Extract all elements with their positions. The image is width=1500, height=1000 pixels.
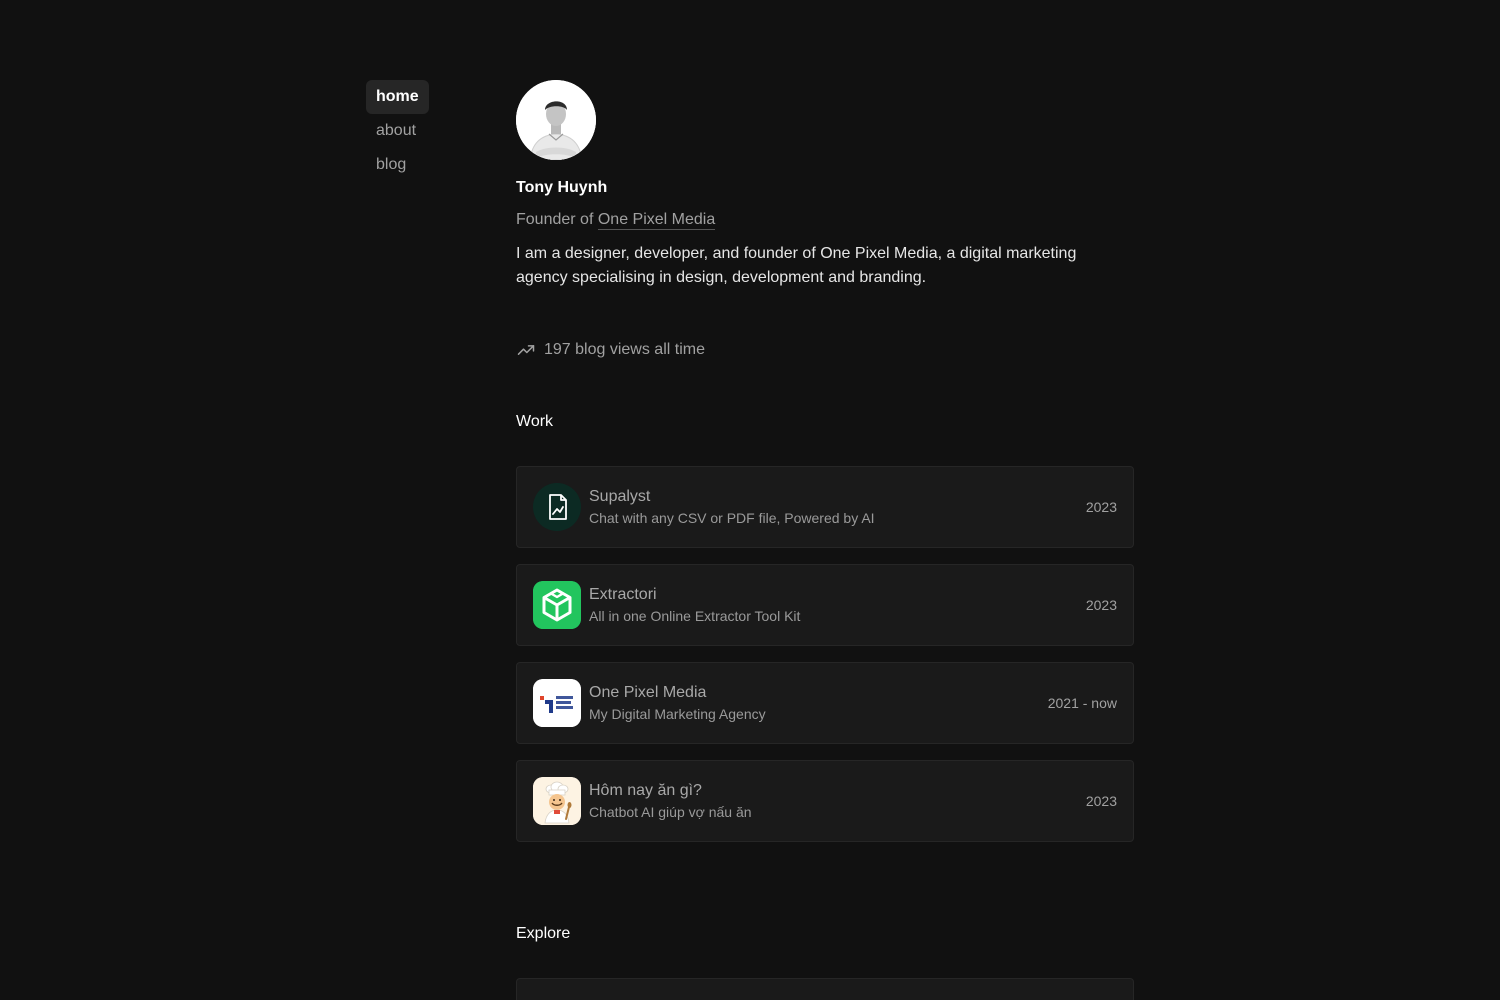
nav-item-about[interactable]: about xyxy=(366,114,426,148)
file-chart-icon xyxy=(533,483,581,531)
work-item-subtitle: All in one Online Extractor Tool Kit xyxy=(589,608,801,624)
one-pixel-media-logo-icon xyxy=(533,679,581,727)
work-item-hom-nay-an-gi[interactable]: Hôm nay ăn gì? Chatbot AI giúp vợ nấu ăn… xyxy=(516,760,1134,842)
chef-icon xyxy=(533,777,581,825)
page: home about blog Tony Huynh Founder of On… xyxy=(0,0,1500,1000)
nav-item-blog[interactable]: blog xyxy=(366,148,416,182)
work-item-title: Extractori xyxy=(589,586,657,603)
role-prefix: Founder of xyxy=(516,211,594,228)
work-item-supalyst[interactable]: Supalyst Chat with any CSV or PDF file, … xyxy=(516,466,1134,548)
work-item-title: One Pixel Media xyxy=(589,684,707,701)
blog-views-stat: 197 blog views all time xyxy=(516,338,1134,362)
cube-icon xyxy=(533,581,581,629)
work-item-subtitle: Chatbot AI giúp vợ nấu ăn xyxy=(589,804,752,820)
work-item-year: 2023 xyxy=(1085,793,1117,809)
side-nav: home about blog xyxy=(366,80,446,182)
work-item-title: Supalyst xyxy=(589,488,651,505)
profile-role: Founder of One Pixel Media xyxy=(516,210,1134,230)
work-item-year: 2021 - now xyxy=(1047,695,1117,711)
supalyst-logo xyxy=(533,483,581,531)
blog-views-text: 197 blog views all time xyxy=(544,341,705,358)
explore-section-title: Explore xyxy=(516,925,571,942)
hom-nay-an-gi-logo xyxy=(533,777,581,825)
main-content: Tony Huynh Founder of One Pixel Media I … xyxy=(516,80,1134,1000)
trending-up-icon xyxy=(517,345,535,355)
extractori-logo xyxy=(533,581,581,629)
nav-item-home[interactable]: home xyxy=(366,80,429,114)
work-section-title: Work xyxy=(516,413,554,430)
avatar xyxy=(516,80,596,160)
one-pixel-media-link[interactable]: One Pixel Media xyxy=(597,211,716,230)
work-item-subtitle: Chat with any CSV or PDF file, Powered b… xyxy=(589,510,875,526)
profile-name: Tony Huynh xyxy=(516,179,608,196)
work-item-subtitle: My Digital Marketing Agency xyxy=(589,706,766,722)
profile-bio: I am a designer, developer, and founder … xyxy=(516,245,1077,286)
work-item-extractori[interactable]: Extractori All in one Online Extractor T… xyxy=(516,564,1134,646)
work-item-title: Hôm nay ăn gì? xyxy=(589,782,702,799)
avatar-portrait-icon xyxy=(516,80,596,160)
work-list: Supalyst Chat with any CSV or PDF file, … xyxy=(516,466,1134,842)
explore-card[interactable] xyxy=(516,978,1134,1000)
work-item-one-pixel-media[interactable]: One Pixel Media My Digital Marketing Age… xyxy=(516,662,1134,744)
work-item-year: 2023 xyxy=(1085,499,1117,515)
one-pixel-media-logo xyxy=(533,679,581,727)
work-item-year: 2023 xyxy=(1085,597,1117,613)
